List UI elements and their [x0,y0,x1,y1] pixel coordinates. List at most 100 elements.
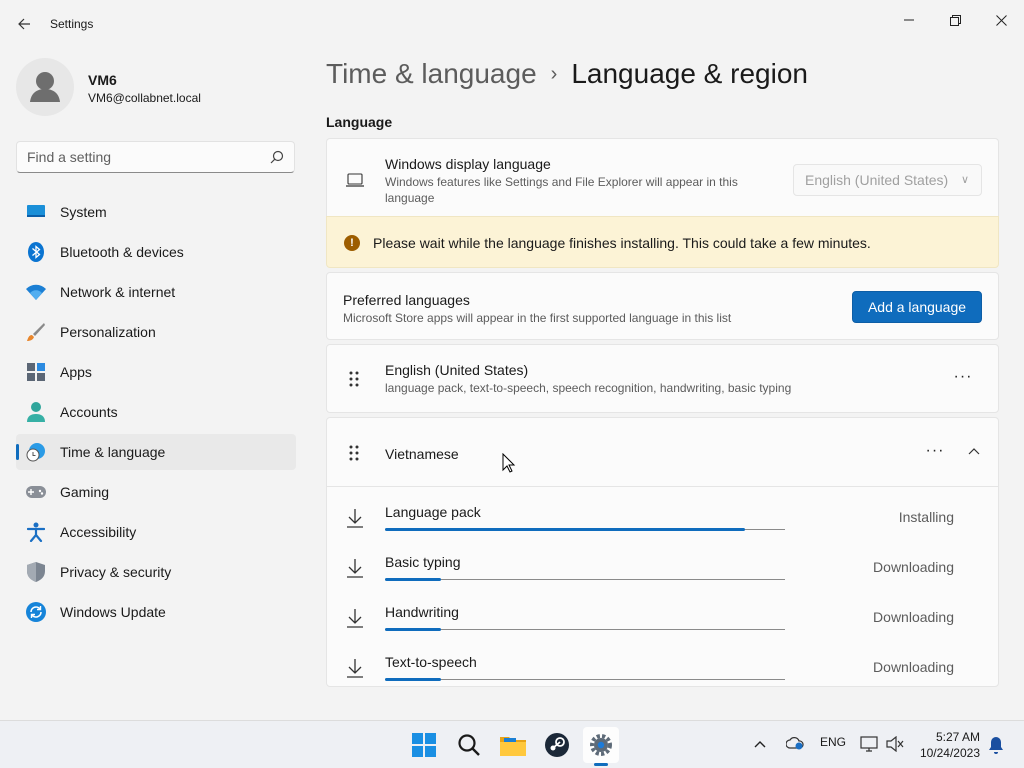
user-profile[interactable]: VM6 VM6@collabnet.local [16,58,296,118]
progress-fill [385,628,441,631]
user-email: VM6@collabnet.local [88,91,201,105]
progress-bar [385,528,785,531]
sidebar-item-label: Personalization [60,324,156,340]
search-input[interactable] [17,142,257,172]
clock-time: 5:27 AM [935,730,980,744]
drag-handle-icon[interactable] [347,370,361,388]
sidebar-item-time-language[interactable]: Time & language [16,434,296,470]
restore-button[interactable] [932,4,978,36]
sidebar-item-label: Bluetooth & devices [60,244,184,260]
sidebar-item-bluetooth[interactable]: Bluetooth & devices [16,234,296,270]
breadcrumb-separator: › [550,62,558,85]
apps-icon [26,362,46,382]
list-item: Text-to-speech Downloading [327,643,998,693]
mouse-cursor-icon [502,453,516,473]
more-options-icon[interactable]: ··· [953,369,973,390]
windows-start-icon [412,733,436,757]
status-text: Downloading [873,559,954,575]
sidebar-item-apps[interactable]: Apps [16,354,296,390]
breadcrumb: Time & language › Language & region [326,58,808,90]
sidebar-item-gaming[interactable]: Gaming [16,474,296,510]
sidebar-item-label: Accessibility [60,524,137,540]
taskbar-settings[interactable] [583,727,619,763]
notification-button[interactable] [988,736,1004,757]
sidebar-item-label: Network & internet [60,284,176,300]
gear-icon [590,734,612,756]
progress-bar [385,628,785,631]
input-language-indicator[interactable]: ENG [820,735,846,749]
sidebar-item-network[interactable]: Network & internet [16,274,296,310]
language-item-english: English (United States) language pack, t… [326,344,999,413]
taskbar-start-button[interactable] [406,727,442,763]
drag-handle-icon[interactable] [347,444,361,462]
component-name: Basic typing [385,554,461,570]
taskbar-steam[interactable] [539,727,575,763]
install-warning-banner: ! Please wait while the language finishe… [326,216,999,268]
sidebar-item-windows-update[interactable]: Windows Update [16,594,296,630]
list-item: Language pack Installing [327,493,998,543]
progress-bar [385,678,785,681]
back-arrow-icon [18,18,30,30]
component-name: Text-to-speech [385,654,477,670]
tray-onedrive[interactable] [785,736,804,753]
sidebar-item-label: Windows Update [60,604,166,620]
chevron-up-icon[interactable] [968,447,980,455]
sidebar-item-label: Gaming [60,484,110,500]
sidebar-item-system[interactable]: System [16,194,296,230]
accounts-icon [26,402,46,422]
steam-icon [545,733,569,757]
sidebar-item-accounts[interactable]: Accounts [16,394,296,430]
search-icon[interactable] [270,150,284,164]
display-language-card: Windows display language Windows feature… [326,138,999,216]
shield-icon [26,562,46,582]
close-button[interactable] [978,4,1024,36]
warning-text: Please wait while the language finishes … [373,235,871,251]
taskbar-file-explorer[interactable] [495,727,531,763]
tray-network[interactable] [860,736,878,755]
language-name: English (United States) [385,362,529,378]
tray-overflow-button[interactable] [754,737,766,751]
clock-date: 10/24/2023 [919,746,980,760]
list-item: Handwriting Downloading [327,593,998,643]
restore-icon [949,14,961,26]
language-item-header[interactable]: Vietnamese ··· [327,418,998,487]
preferred-languages-card: Preferred languages Microsoft Store apps… [326,272,999,340]
time-language-icon [26,442,46,462]
more-options-icon[interactable]: ··· [925,443,945,464]
active-app-indicator [594,763,608,766]
warning-icon: ! [344,235,360,251]
minimize-icon [904,19,914,21]
page-title: Language & region [571,58,808,89]
language-item-vietnamese: Vietnamese ··· Language pack Installing … [326,417,999,687]
sidebar-item-personalization[interactable]: Personalization [16,314,296,350]
minimize-button[interactable] [886,4,932,36]
folder-icon [500,737,526,756]
accessibility-icon [26,522,46,542]
sidebar-item-privacy[interactable]: Privacy & security [16,554,296,590]
sidebar-item-accessibility[interactable]: Accessibility [16,514,296,550]
chevron-down-icon: ∨ [960,174,969,186]
progress-bar [385,578,785,581]
close-icon [995,14,1007,26]
breadcrumb-parent[interactable]: Time & language [326,58,537,90]
tray-volume[interactable] [886,735,904,755]
display-language-dropdown[interactable]: English (United States) ∨ [793,164,982,196]
progress-fill [385,528,745,531]
search-box[interactable] [16,141,295,173]
language-name: Vietnamese [385,446,459,462]
add-language-button[interactable]: Add a language [852,291,982,323]
progress-fill [385,678,441,681]
sidebar-item-label: System [60,204,107,220]
sidebar-nav: System Bluetooth & devices Network & int… [16,194,296,634]
taskbar-search-button[interactable] [451,727,487,763]
taskbar-clock[interactable]: 5:27 AM 10/24/2023 [920,729,980,761]
network-icon [860,736,878,752]
preferred-languages-description: Microsoft Store apps will appear in the … [343,311,732,325]
app-title: Settings [50,17,94,31]
back-button[interactable] [12,12,36,36]
gamepad-icon [26,482,46,502]
laptop-icon [346,173,364,187]
status-text: Downloading [873,659,954,675]
user-name: VM6 [88,72,117,88]
component-name: Handwriting [385,604,459,620]
